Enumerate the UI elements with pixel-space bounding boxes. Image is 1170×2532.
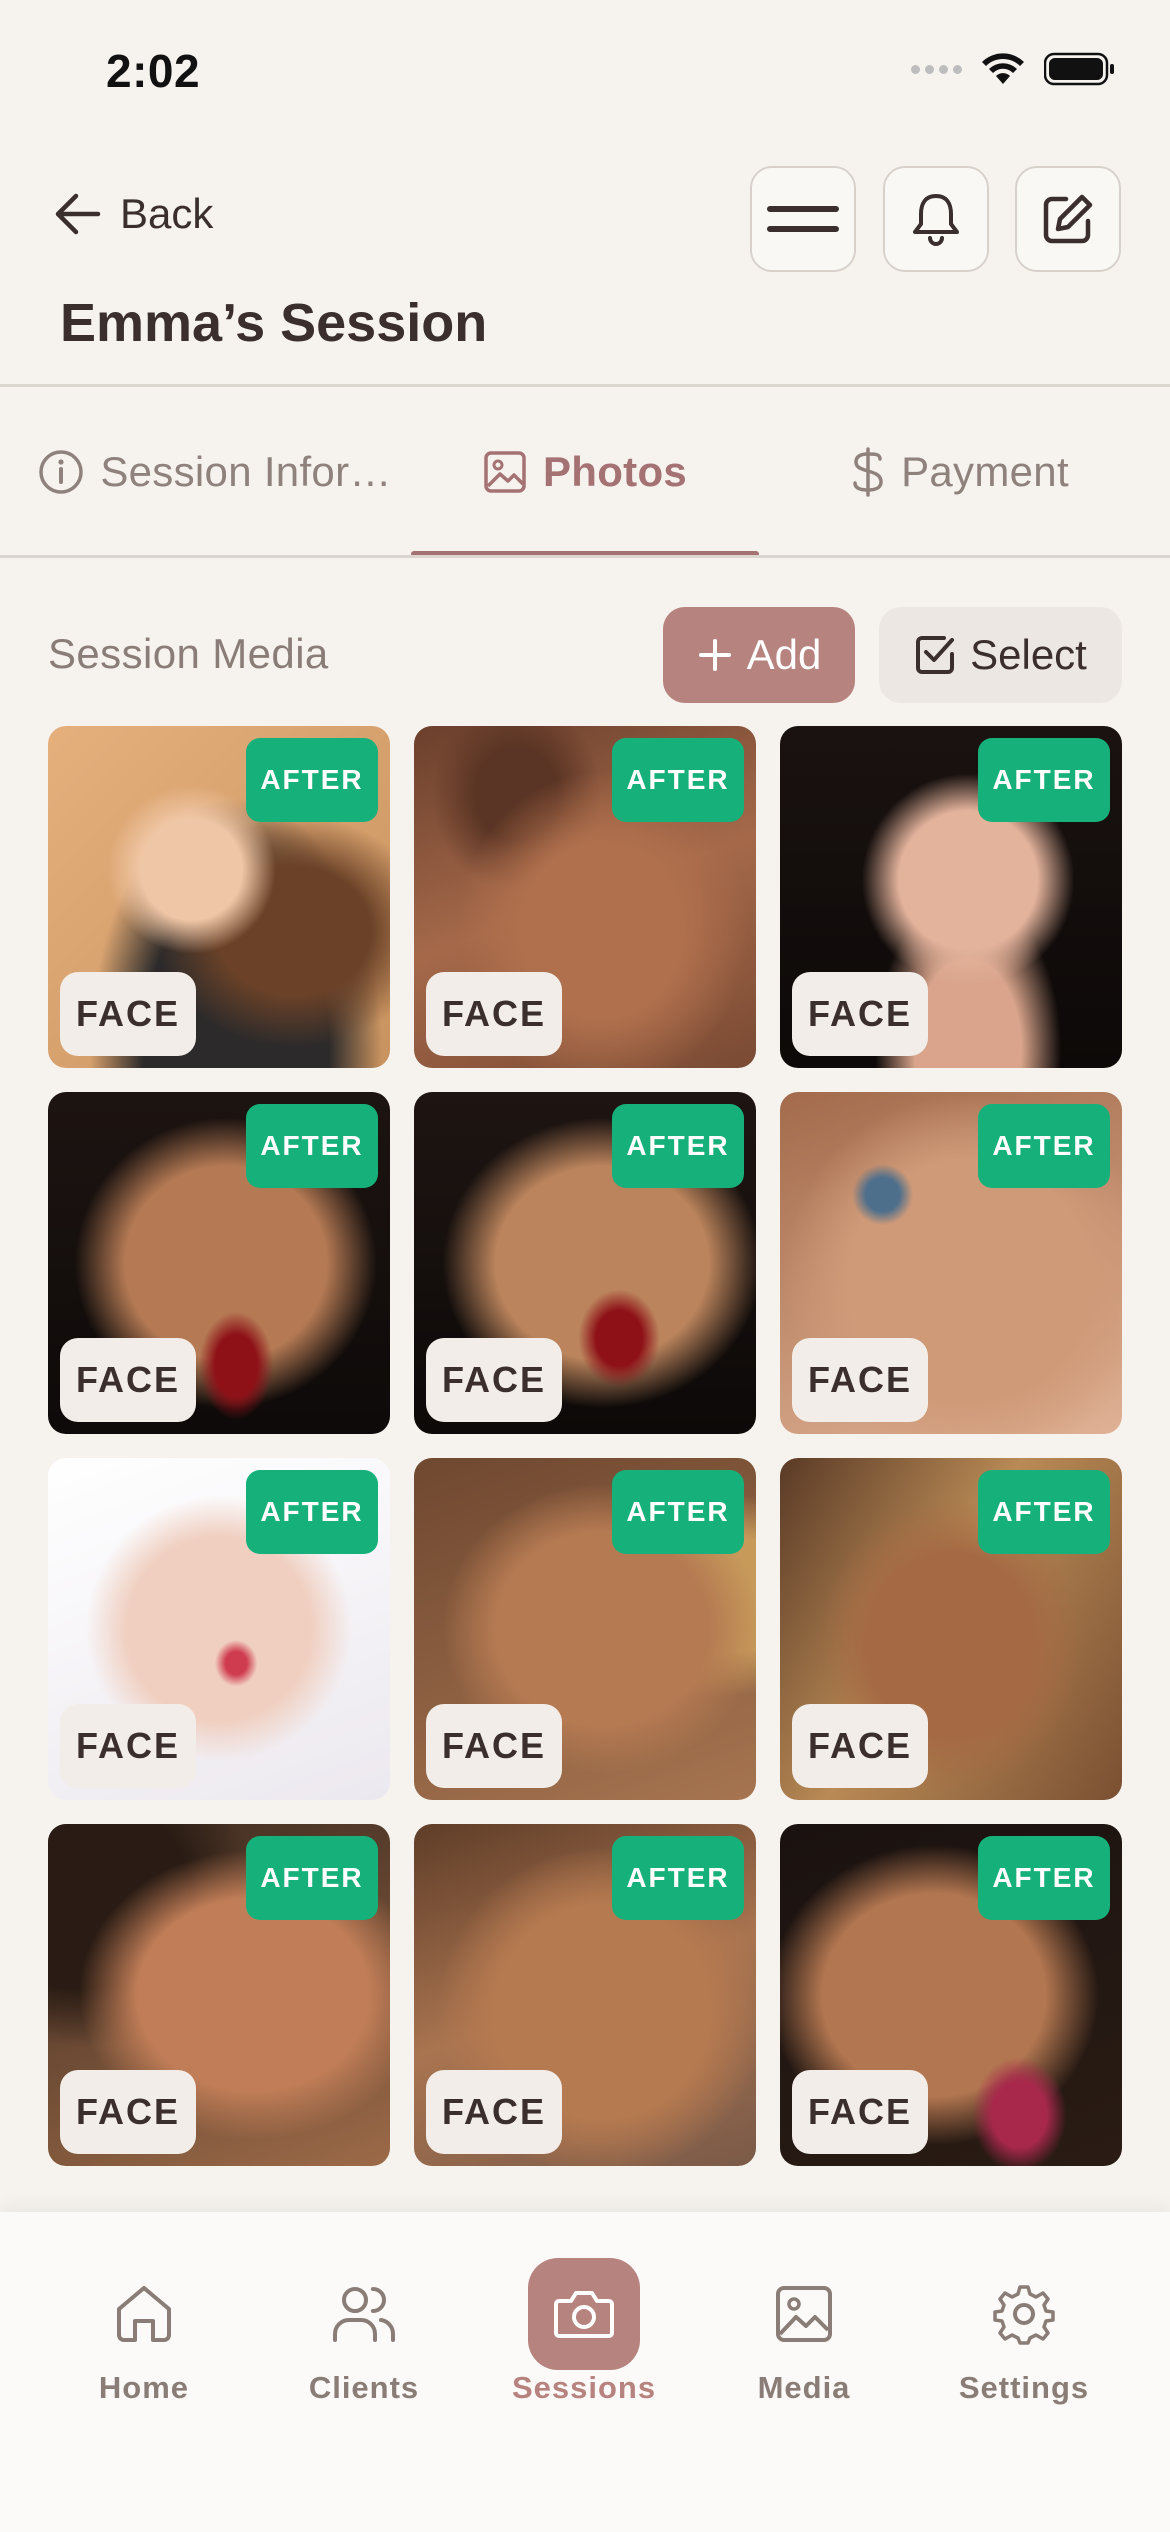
nav-label: Sessions <box>511 2370 657 2405</box>
after-badge: AFTER <box>978 1470 1110 1554</box>
signal-icon <box>911 64 962 74</box>
add-label: Add <box>746 631 822 678</box>
photo-thumbnail[interactable]: AFTER FACE <box>414 1458 756 1800</box>
dollar-icon <box>851 446 885 498</box>
after-badge: AFTER <box>612 1836 744 1920</box>
image-icon <box>483 450 527 494</box>
info-icon <box>38 449 84 495</box>
notifications-button[interactable] <box>883 166 989 272</box>
status-icons <box>911 52 1116 86</box>
after-badge: AFTER <box>612 1104 744 1188</box>
after-badge: AFTER <box>246 1836 378 1920</box>
photo-thumbnail[interactable]: AFTER FACE <box>780 1458 1122 1800</box>
photo-thumbnail[interactable]: AFTER FACE <box>414 726 756 1068</box>
after-badge: AFTER <box>978 1104 1110 1188</box>
after-badge: AFTER <box>246 1104 378 1188</box>
category-badge: FACE <box>60 1338 196 1422</box>
photo-grid: AFTER FACE AFTER FACE AFTER FACE AFTER F… <box>48 726 1122 2166</box>
category-badge: FACE <box>426 1704 562 1788</box>
nav-label: Home <box>98 2370 190 2405</box>
wifi-icon <box>980 52 1026 86</box>
tab-label: Photos <box>542 448 688 495</box>
divider <box>0 555 1170 558</box>
tab-bar: Session Infor… Photos Payment <box>0 387 1170 557</box>
photo-thumbnail[interactable]: AFTER FACE <box>780 1092 1122 1434</box>
photo-thumbnail[interactable]: AFTER FACE <box>48 1458 390 1800</box>
category-badge: FACE <box>792 1704 928 1788</box>
plus-icon <box>697 637 733 673</box>
page-title: Emma’s Session <box>60 293 488 353</box>
nav-media[interactable]: Media <box>704 2212 904 2432</box>
category-badge: FACE <box>60 2070 196 2154</box>
section-title: Session Media <box>48 630 329 677</box>
photo-thumbnail[interactable]: AFTER FACE <box>780 1824 1122 2166</box>
category-badge: FACE <box>426 972 562 1056</box>
category-badge: FACE <box>60 1704 196 1788</box>
category-badge: FACE <box>792 1338 928 1422</box>
edit-button[interactable] <box>1015 166 1121 272</box>
nav-sessions[interactable]: Sessions <box>484 2212 684 2432</box>
back-button[interactable]: Back <box>54 190 213 238</box>
after-badge: AFTER <box>246 738 378 822</box>
status-bar: 2:02 <box>0 0 1170 150</box>
after-badge: AFTER <box>246 1470 378 1554</box>
nav-clients[interactable]: Clients <box>264 2212 464 2432</box>
after-badge: AFTER <box>978 738 1110 822</box>
bottom-nav: Home Clients Sessions Media Settings <box>0 2212 1170 2532</box>
photo-thumbnail[interactable]: AFTER FACE <box>48 1092 390 1434</box>
nav-label: Media <box>757 2370 851 2405</box>
tab-payment[interactable]: Payment <box>760 387 1160 557</box>
edit-icon <box>1042 193 1094 245</box>
category-badge: FACE <box>792 2070 928 2154</box>
bell-icon <box>911 192 961 246</box>
select-label: Select <box>970 631 1087 678</box>
photo-thumbnail[interactable]: AFTER FACE <box>48 1824 390 2166</box>
category-badge: FACE <box>426 2070 562 2154</box>
nav-label: Clients <box>308 2370 420 2405</box>
after-badge: AFTER <box>612 738 744 822</box>
nav-label: Settings <box>958 2370 1090 2405</box>
photo-thumbnail[interactable]: AFTER FACE <box>48 726 390 1068</box>
category-badge: FACE <box>60 972 196 1056</box>
photo-thumbnail[interactable]: AFTER FACE <box>780 726 1122 1068</box>
select-button[interactable]: Select <box>879 607 1122 703</box>
after-badge: AFTER <box>978 1836 1110 1920</box>
battery-icon <box>1044 52 1116 86</box>
photo-thumbnail[interactable]: AFTER FACE <box>414 1092 756 1434</box>
tab-session-info[interactable]: Session Infor… <box>10 387 420 557</box>
add-media-button[interactable]: Add <box>663 607 855 703</box>
menu-icon <box>766 201 840 237</box>
image-icon <box>748 2258 860 2370</box>
status-time: 2:02 <box>106 45 201 97</box>
category-badge: FACE <box>792 972 928 1056</box>
users-icon <box>308 2258 420 2370</box>
photo-thumbnail[interactable]: AFTER FACE <box>414 1824 756 2166</box>
tab-label: Session Infor… <box>100 448 392 495</box>
category-badge: FACE <box>426 1338 562 1422</box>
back-label: Back <box>120 190 214 237</box>
camera-icon <box>528 2258 640 2370</box>
gear-icon <box>968 2258 1080 2370</box>
after-badge: AFTER <box>612 1470 744 1554</box>
home-icon <box>88 2258 200 2370</box>
tab-photos[interactable]: Photos <box>411 387 759 557</box>
arrow-left-icon <box>54 192 102 236</box>
tab-label: Payment <box>901 448 1069 495</box>
checkbox-icon <box>914 634 956 676</box>
nav-home[interactable]: Home <box>44 2212 244 2432</box>
nav-settings[interactable]: Settings <box>924 2212 1124 2432</box>
menu-button[interactable] <box>750 166 856 272</box>
